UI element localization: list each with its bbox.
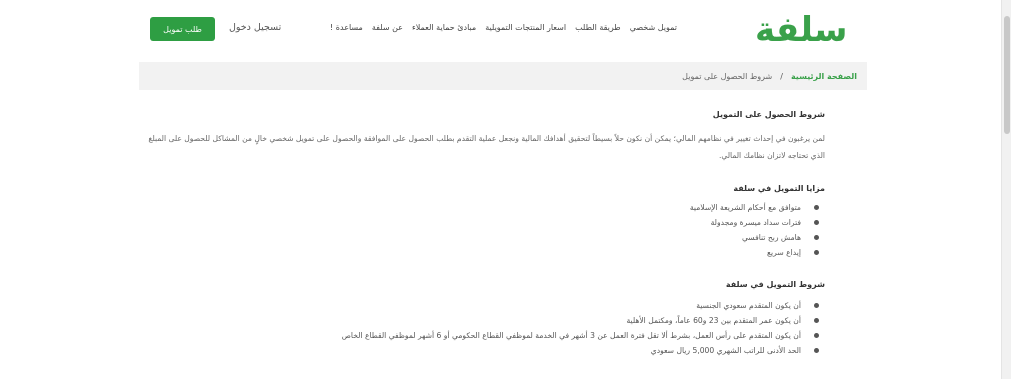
list-item-text: متوافق مع أحكام الشريعة الإسلامية [689,203,801,212]
list-item: فترات سداد ميسرة ومجدولة [690,215,825,230]
bullet-icon [814,235,819,240]
list-item: هامش ربح تنافسي [690,230,825,245]
apply-finance-button[interactable]: طلب تمويل [150,17,215,41]
list-item: أن يكون عمر المتقدم بين 23 و60 عاماً، وم… [342,313,825,328]
breadcrumb-home-link[interactable]: الصفحة الرئيسية [791,72,857,81]
list-item: أن يكون المتقدم سعودي الجنسية [342,298,825,313]
bullet-icon [814,205,819,210]
nav-customer-protection[interactable]: مبادئ حماية العملاء [412,23,476,32]
list-item-text: إيداع سريع [767,248,801,257]
bullet-icon [814,318,819,323]
nav-personal-finance[interactable]: تمويل شخصي [630,23,677,32]
list-item-text: أن يكون المتقدم سعودي الجنسية [696,301,801,310]
conditions-list: أن يكون المتقدم سعودي الجنسية أن يكون عم… [342,298,825,358]
breadcrumb-current: شروط الحصول على تمويل [682,71,773,81]
list-item-text: أن يكون المتقدم على رأس العمل، بشرط ألا … [341,331,801,340]
list-item-text: أن يكون عمر المتقدم بين 23 و60 عاماً، وم… [626,316,801,325]
list-item-text: هامش ربح تنافسي [741,233,801,242]
main-nav: تمويل شخصي طريقة الطلب اسعار المنتجات ال… [330,23,677,32]
list-item-text: الحد الأدنى للراتب الشهري 5,000 ريال سعو… [650,346,801,355]
nav-product-prices[interactable]: اسعار المنتجات التمويلية [485,23,566,32]
list-item: أن يكون المتقدم على رأس العمل، بشرط ألا … [342,328,825,343]
nav-help[interactable]: مساعدة ! [330,23,363,32]
section-title-benefits: مزايا التمويل في سلفة [733,184,825,193]
section-title-conditions: شروط التمويل في سلفة [725,280,825,289]
nav-about[interactable]: عن سلفة [372,23,403,32]
section-title-requirements: شروط الحصول على التمويل [712,110,825,119]
bullet-icon [814,220,819,225]
login-link[interactable]: تسجيل دخول [229,22,281,33]
bullet-icon [814,333,819,338]
bullet-icon [814,348,819,353]
bullet-icon [814,250,819,255]
site-header: سلفة تمويل شخصي طريقة الطلب اسعار المنتج… [0,0,1001,58]
salfa-logo[interactable]: سلفة [755,8,847,52]
bullet-icon [814,303,819,308]
list-item: متوافق مع أحكام الشريعة الإسلامية [690,200,825,215]
list-item-text: فترات سداد ميسرة ومجدولة [710,218,801,227]
breadcrumb: الصفحة الرئيسية / شروط الحصول على تمويل [139,62,867,90]
breadcrumb-separator: / [780,71,783,81]
nav-how-to-apply[interactable]: طريقة الطلب [575,23,621,32]
benefits-list: متوافق مع أحكام الشريعة الإسلامية فترات … [690,200,825,260]
page-scrollbar[interactable] [1001,0,1011,379]
intro-paragraph: لمن يرغبون في إحداث تغيير في نظامهم الما… [148,134,825,160]
scrollbar-thumb[interactable] [1004,16,1010,134]
list-item: إيداع سريع [690,245,825,260]
list-item: الحد الأدنى للراتب الشهري 5,000 ريال سعو… [342,343,825,358]
